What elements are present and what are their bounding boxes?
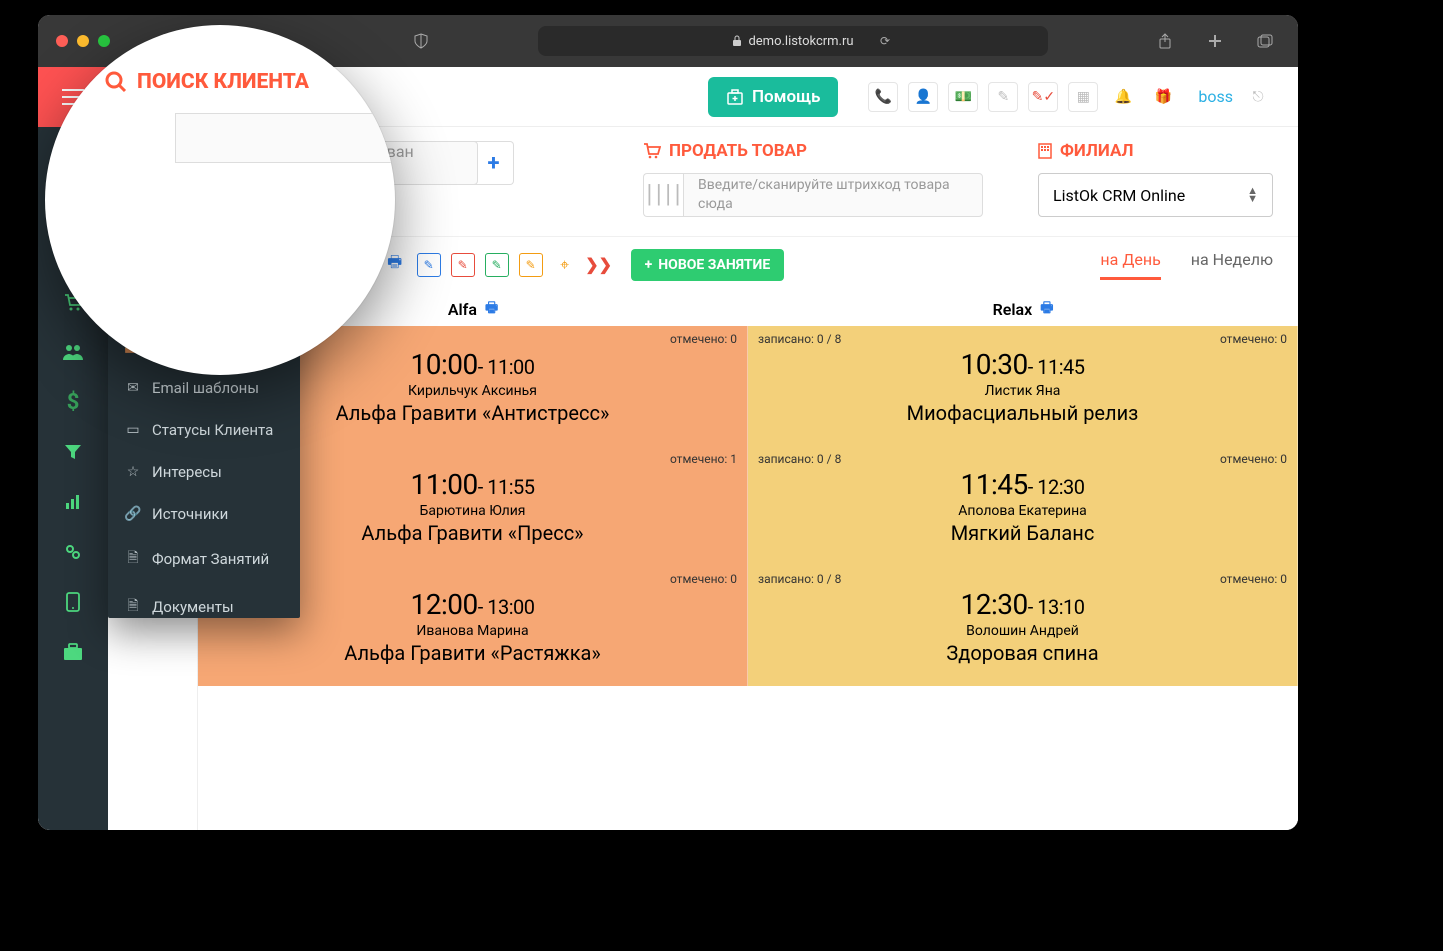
branch-select[interactable]: ListOk CRM Online ▲▼ — [1038, 173, 1273, 217]
lesson-cell[interactable]: записано: 0 / 8 отмечено: 0 11:45- 12:30… — [748, 446, 1298, 566]
rail-mobile-icon[interactable] — [38, 577, 108, 627]
search-heading: ПОИСК КЛИЕНТА — [105, 70, 309, 94]
branch-heading: ФИЛИАЛ — [1038, 141, 1273, 161]
plus-icon: + — [645, 257, 653, 273]
sell-column: ПРОДАТЬ ТОВАР ⎮⎮⎮⎮ Введите/сканируйте шт… — [643, 141, 1013, 217]
cash-icon[interactable]: 💵 — [948, 82, 978, 112]
edit-orange-icon[interactable]: ✎ — [519, 253, 543, 277]
search-icon — [105, 71, 127, 93]
print-icon[interactable]: 🖶 — [1040, 297, 1053, 321]
lesson-cell[interactable]: записано: 0 / 8 отмечено: 0 10:30- 11:45… — [748, 326, 1298, 446]
view-tabs: на День на Неделю — [1100, 250, 1273, 280]
tab-day[interactable]: на День — [1100, 250, 1160, 280]
help-label: Помощь — [752, 87, 820, 107]
search-input-zoomed[interactable] — [175, 113, 395, 163]
edit-icon[interactable]: ✎ — [988, 82, 1018, 112]
share-icon[interactable] — [1150, 26, 1180, 56]
check-edit-icon[interactable]: ✎✓ — [1028, 82, 1058, 112]
magnifier-overlay: ПОИСК КЛИЕНТА — [45, 25, 395, 375]
submenu-item-interests[interactable]: ☆Интересы — [108, 451, 300, 493]
bell-icon[interactable]: 🔔 — [1108, 82, 1138, 112]
print-icon[interactable]: 🖶 — [485, 297, 498, 321]
gift-icon[interactable]: 🎁 — [1148, 82, 1178, 112]
building-icon — [1038, 143, 1052, 159]
new-tab-icon[interactable] — [1200, 26, 1230, 56]
rail-settings-icon[interactable] — [38, 527, 108, 577]
file-icon: 🗎 — [124, 547, 142, 571]
lock-icon — [732, 35, 742, 47]
user-label[interactable]: boss — [1198, 87, 1233, 106]
star-icon: ☆ — [124, 464, 142, 480]
submenu-item-docs[interactable]: 🗎Документы — [108, 583, 300, 618]
document-icon: 🗎 — [124, 595, 142, 618]
select-arrows-icon: ▲▼ — [1247, 187, 1258, 202]
reload-icon[interactable]: ⟳ — [880, 34, 908, 48]
calendar-icon[interactable]: ▦ — [1068, 82, 1098, 112]
fast-forward-icon[interactable]: ❯❯ — [587, 253, 611, 277]
shield-icon[interactable] — [406, 26, 436, 56]
submenu-item-sources[interactable]: 🔗Источники — [108, 493, 300, 535]
scan-icon[interactable]: ⌖ — [553, 253, 577, 277]
tab-week[interactable]: на Неделю — [1191, 250, 1273, 280]
lesson-cell[interactable]: записано: 0 / 8 отмечено: 0 12:30- 13:10… — [748, 566, 1298, 686]
barcode-icon: ⎮⎮⎮⎮ — [643, 173, 683, 217]
tabs-icon[interactable] — [1250, 26, 1280, 56]
new-lesson-button[interactable]: + НОВОЕ ЗАНЯТИЕ — [631, 249, 785, 281]
rail-briefcase-icon[interactable] — [38, 627, 108, 677]
branch-column: ФИЛИАЛ ListOk CRM Online ▲▼ — [1038, 141, 1273, 217]
submenu-item-statuses[interactable]: ▭Статусы Клиента — [108, 409, 300, 451]
tag-icon: ▭ — [124, 422, 142, 438]
rail-money-icon[interactable]: $ — [38, 377, 108, 427]
sell-heading: ПРОДАТЬ ТОВАР — [643, 141, 1013, 161]
logout-icon[interactable]: ⎋ — [1243, 82, 1273, 112]
add-client-button[interactable]: + — [474, 141, 514, 185]
room-column-relax: записано: 0 / 8 отмечено: 0 10:30- 11:45… — [748, 326, 1298, 830]
mail-icon: ✉ — [124, 380, 142, 396]
cart-icon — [643, 143, 661, 159]
url-text: demo.listokcrm.ru — [748, 34, 853, 49]
edit-green-icon[interactable]: ✎ — [485, 253, 509, 277]
barcode-input[interactable]: Введите/сканируйте штрихкод товара сюда — [683, 173, 983, 217]
submenu-item-format[interactable]: 🗎Формат Занятий — [108, 535, 300, 583]
contact-icon[interactable]: 👤 — [908, 82, 938, 112]
help-button[interactable]: Помощь — [708, 77, 838, 117]
edit-red-icon[interactable]: ✎ — [451, 253, 475, 277]
room-header-relax: Relax🖶 — [748, 292, 1298, 326]
address-bar[interactable]: demo.listokcrm.ru ⟳ — [538, 26, 1048, 56]
rail-stats-icon[interactable] — [38, 477, 108, 527]
phone-icon[interactable]: 📞 — [868, 82, 898, 112]
edit-blue-icon[interactable]: ✎ — [417, 253, 441, 277]
svg-text:⟳: ⟳ — [880, 34, 890, 48]
rail-funnel-icon[interactable] — [38, 427, 108, 477]
link-icon: 🔗 — [124, 506, 142, 522]
medkit-icon — [726, 88, 744, 106]
